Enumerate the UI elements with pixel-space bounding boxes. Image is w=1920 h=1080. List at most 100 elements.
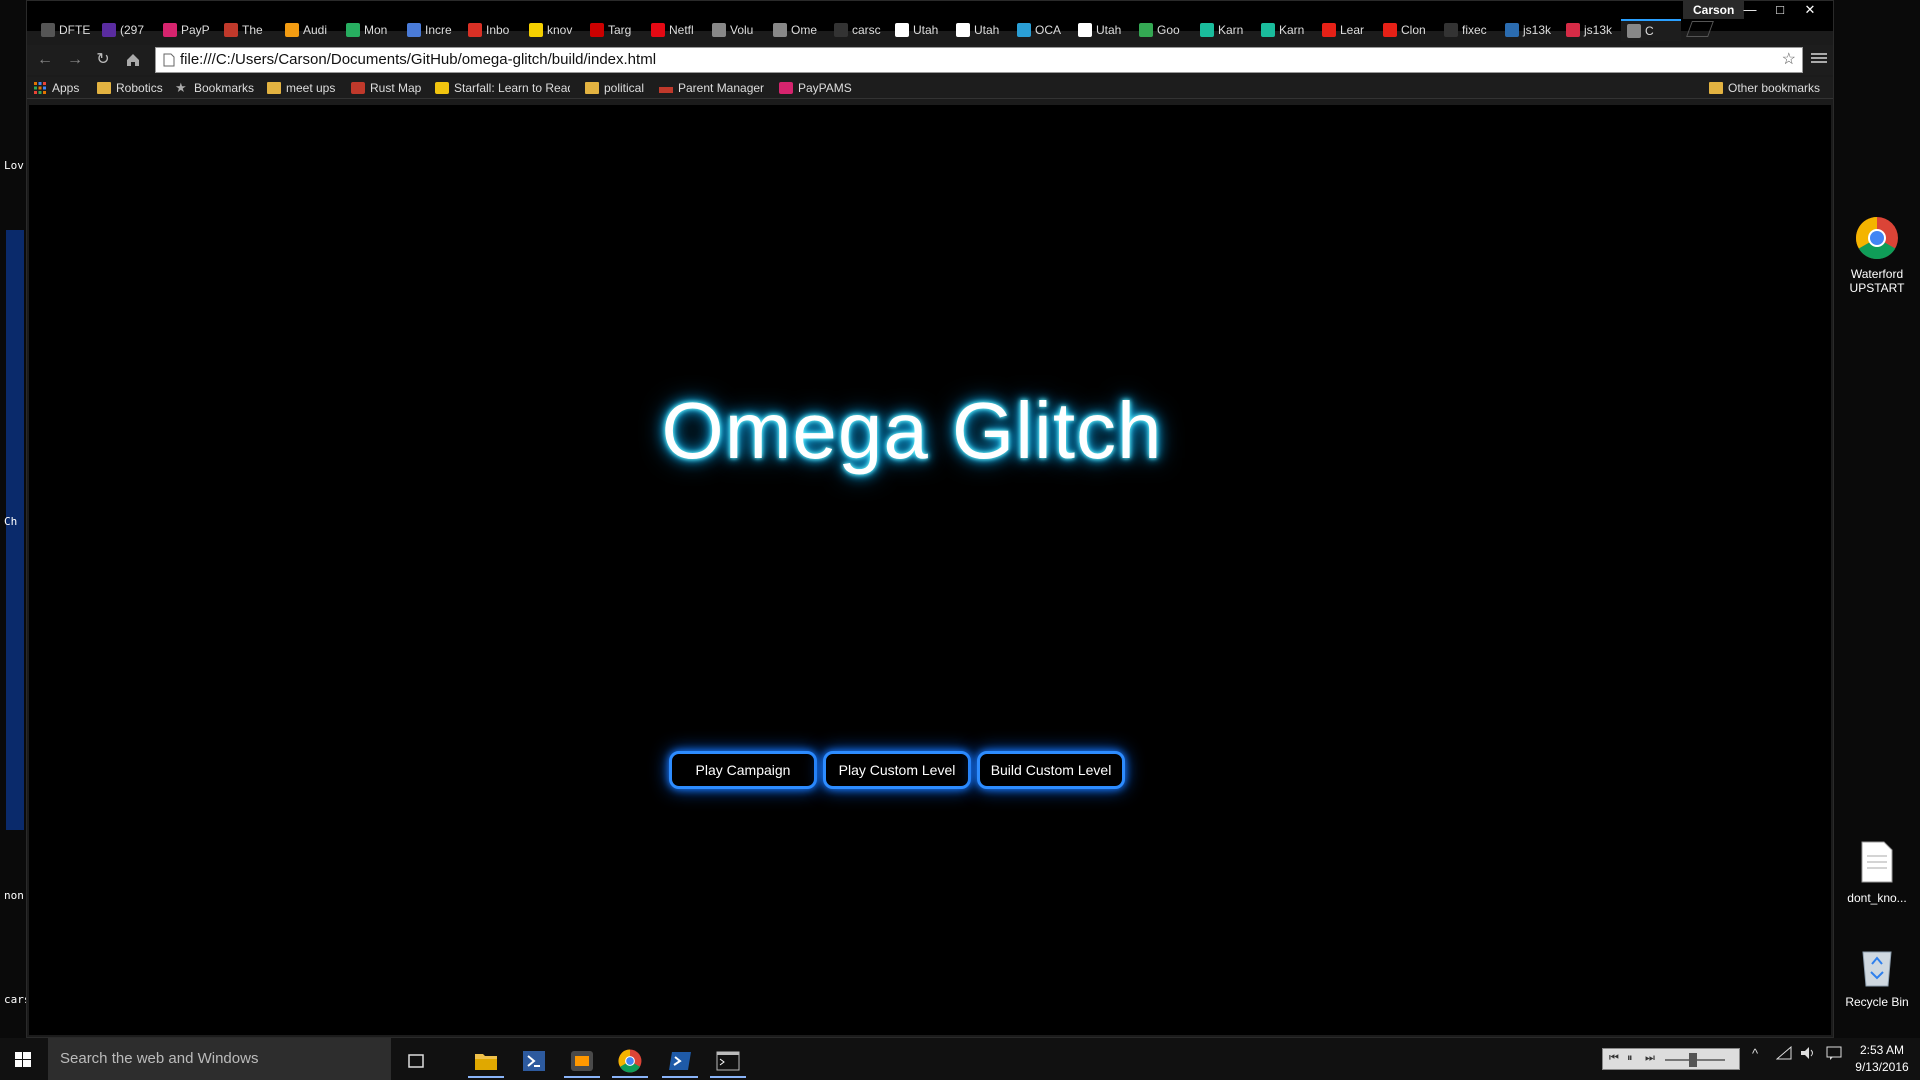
system-clock[interactable]: 2:53 AM 9/13/2016 <box>1852 1042 1912 1076</box>
tab-17[interactable]: Utah <box>1072 19 1132 41</box>
play-custom-level-button[interactable]: Play Custom Level <box>823 751 971 789</box>
network-icon[interactable] <box>1775 1045 1792 1063</box>
tab-label: Karn <box>1218 23 1244 37</box>
desktop-icon-recycle-bin[interactable]: Recycle Bin <box>1834 944 1920 1009</box>
chrome-taskbar-icon[interactable] <box>608 1044 652 1078</box>
tab-2[interactable]: PayP <box>157 19 217 41</box>
show-hidden-icons-icon[interactable]: ^ <box>1752 1046 1758 1061</box>
tab-1[interactable]: (297 <box>96 19 156 41</box>
tab-label: carsc <box>852 23 881 37</box>
desktop-icon-waterford-label: Waterford UPSTART <box>1849 267 1905 295</box>
menu-icon[interactable] <box>1811 51 1827 67</box>
tab-6[interactable]: Incre <box>401 19 461 41</box>
home-icon[interactable] <box>121 49 145 71</box>
action-center-icon[interactable] <box>1826 1046 1842 1063</box>
bookmark-robotics[interactable]: Robotics <box>97 79 163 97</box>
new-tab-button[interactable] <box>1686 21 1714 37</box>
bookmark-other-label: Other bookmarks <box>1728 81 1821 95</box>
bookmark-apps[interactable]: Apps <box>33 79 79 97</box>
tab-14[interactable]: Utah <box>889 19 949 41</box>
start-button[interactable] <box>0 1038 46 1080</box>
tab-13[interactable]: carsc <box>828 19 888 41</box>
bookmark-political[interactable]: political <box>585 79 644 97</box>
forward-arrow-icon[interactable]: → <box>63 49 87 71</box>
desktop-icon-waterford[interactable]: Waterford UPSTART <box>1834 216 1920 295</box>
maximize-button[interactable]: □ <box>1765 1 1795 19</box>
desktop-icon-recycle-bin-label: Recycle Bin <box>1845 995 1909 1009</box>
pause-icon[interactable]: ⏸ <box>1627 1052 1633 1065</box>
desktop-icon-dont-know[interactable]: dont_kno... <box>1834 840 1920 905</box>
back-arrow-icon[interactable]: ← <box>33 49 57 71</box>
tab-22[interactable]: Clon <box>1377 19 1437 41</box>
tab-20[interactable]: Karn <box>1255 19 1315 41</box>
menu-button-row: Play Campaign Play Custom Level Build Cu… <box>669 751 1125 789</box>
build-custom-level-button[interactable]: Build Custom Level <box>977 751 1125 789</box>
powershell-icon[interactable] <box>658 1044 702 1078</box>
tab-favicon-icon <box>407 23 421 37</box>
tab-21[interactable]: Lear <box>1316 19 1376 41</box>
tab-favicon-icon <box>468 23 482 37</box>
tab-19[interactable]: Karn <box>1194 19 1254 41</box>
tab-3[interactable]: The <box>218 19 278 41</box>
tab-label: Utah <box>1096 23 1122 37</box>
close-button[interactable]: ✕ <box>1795 1 1825 19</box>
tab-label: Audi <box>303 23 328 37</box>
tab-label: The <box>242 23 263 37</box>
sublime-text-icon[interactable] <box>560 1044 604 1078</box>
play-campaign-button[interactable]: Play Campaign <box>669 751 817 789</box>
reload-icon[interactable]: ↻ <box>91 49 115 71</box>
bookmark-other[interactable]: Other bookmarks <box>1709 79 1820 97</box>
taskbar: Search the web and Windows ⏮ ⏸ ⏭ ^ 2:53 … <box>0 1038 1920 1080</box>
visual-studio-icon[interactable] <box>512 1044 556 1078</box>
tab-label: Inbo <box>486 23 510 37</box>
tab-0[interactable]: DFTE <box>35 19 95 41</box>
tab-4[interactable]: Audi <box>279 19 339 41</box>
bookmark-rust-map[interactable]: Rust Map <box>351 79 421 97</box>
media-controls[interactable]: ⏮ ⏸ ⏭ <box>1602 1048 1740 1070</box>
page-icon <box>163 53 175 67</box>
minimize-button[interactable]: — <box>1735 1 1765 19</box>
tab-9[interactable]: Targ <box>584 19 644 41</box>
tab-label: js13k <box>1523 23 1552 37</box>
task-view-icon[interactable] <box>394 1044 438 1078</box>
tab-favicon-icon <box>1383 23 1397 37</box>
tab-16[interactable]: OCA <box>1011 19 1071 41</box>
volume-icon[interactable] <box>1800 1046 1816 1063</box>
taskbar-search-placeholder: Search the web and Windows <box>60 1050 259 1067</box>
bookmark-meet-ups-label: meet ups <box>286 81 336 95</box>
address-bar[interactable]: file:///C:/Users/Carson/Documents/GitHub… <box>155 47 1803 73</box>
chrome-icon <box>1834 216 1920 263</box>
bookmark-parent-manager[interactable]: Parent Manager <box>659 79 764 97</box>
desktop-label-lov: Lov <box>4 159 24 172</box>
tab-18[interactable]: Goo <box>1133 19 1193 41</box>
bookmark-star-icon[interactable]: ☆ <box>1782 48 1796 72</box>
tab-24[interactable]: js13k <box>1499 19 1559 41</box>
taskbar-search[interactable]: Search the web and Windows <box>48 1038 391 1080</box>
bookmark-bookmarks[interactable]: ★ Bookmarks <box>175 79 254 97</box>
tab-label: fixec <box>1462 23 1487 37</box>
tab-26[interactable]: C <box>1621 19 1681 41</box>
tab-8[interactable]: knov <box>523 19 583 41</box>
tab-15[interactable]: Utah <box>950 19 1010 41</box>
folder-icon <box>97 82 111 94</box>
bookmark-starfall[interactable]: Starfall: Learn to Read <box>435 79 570 97</box>
next-track-icon[interactable]: ⏭ <box>1645 1052 1655 1065</box>
tab-10[interactable]: Netfl <box>645 19 705 41</box>
bookmark-bookmarks-label: Bookmarks <box>194 81 255 95</box>
command-prompt-icon[interactable] <box>706 1044 750 1078</box>
bookmark-meet-ups[interactable]: meet ups <box>267 79 335 97</box>
file-explorer-icon[interactable] <box>464 1044 508 1078</box>
tab-5[interactable]: Mon <box>340 19 400 41</box>
tab-label: Utah <box>974 23 1000 37</box>
tab-25[interactable]: js13k <box>1560 19 1620 41</box>
volume-slider-thumb[interactable] <box>1689 1053 1697 1067</box>
tab-23[interactable]: fixec <box>1438 19 1498 41</box>
bookmark-paypams[interactable]: PayPAMS <box>779 79 852 97</box>
tab-label: Utah <box>913 23 939 37</box>
tab-11[interactable]: Volu <box>706 19 766 41</box>
bookmark-starfall-label: Starfall: Learn to Read <box>454 81 570 95</box>
tab-7[interactable]: Inbo <box>462 19 522 41</box>
previous-track-icon[interactable]: ⏮ <box>1609 1052 1619 1065</box>
rust-icon <box>351 82 365 94</box>
tab-12[interactable]: Ome <box>767 19 827 41</box>
